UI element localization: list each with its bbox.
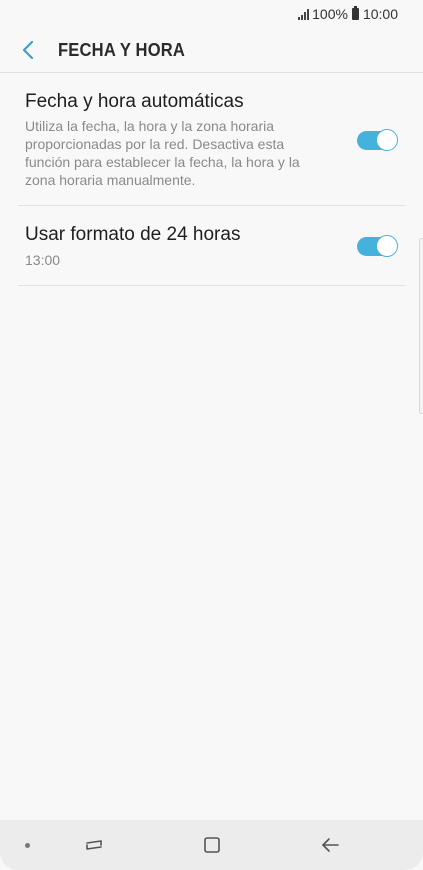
settings-list: Fecha y hora automáticas Utiliza la fech… bbox=[18, 74, 405, 286]
status-bar: 100% 10:00 bbox=[0, 0, 423, 28]
page-title: FECHA Y HORA bbox=[58, 39, 186, 60]
auto-date-time-toggle[interactable] bbox=[357, 128, 398, 151]
navigation-bar bbox=[0, 820, 423, 870]
back-button[interactable] bbox=[2, 28, 54, 73]
edge-panel-handle[interactable] bbox=[419, 238, 423, 414]
setting-title: Fecha y hora automáticas bbox=[25, 91, 244, 112]
back-nav-button[interactable] bbox=[316, 832, 344, 858]
header: FECHA Y HORA bbox=[0, 28, 423, 73]
recent-apps-icon bbox=[86, 840, 102, 850]
back-arrow-icon bbox=[322, 838, 339, 852]
setting-24-hour-format[interactable]: Usar formato de 24 horas 13:00 bbox=[18, 206, 405, 286]
setting-text: Fecha y hora automáticas Utiliza la fech… bbox=[25, 90, 405, 189]
clock: 10:00 bbox=[362, 6, 398, 22]
keyboard-dot-icon[interactable] bbox=[25, 843, 30, 848]
setting-description: Utiliza la fecha, la hora y la zona hora… bbox=[25, 118, 300, 188]
setting-example-time: 13:00 bbox=[25, 251, 61, 268]
recent-apps-button[interactable] bbox=[80, 832, 108, 858]
battery-percent: 100% bbox=[312, 6, 348, 22]
screen: 100% 10:00 FECHA Y HORA Fecha y hora aut… bbox=[0, 0, 423, 870]
chevron-left-icon bbox=[22, 40, 34, 60]
battery-icon bbox=[351, 6, 359, 20]
toggle-knob bbox=[376, 234, 398, 257]
setting-text: Usar formato de 24 horas 13:00 bbox=[25, 223, 405, 269]
setting-title: Usar formato de 24 horas bbox=[25, 223, 241, 245]
toggle-knob bbox=[376, 128, 398, 151]
signal-icon bbox=[298, 8, 310, 20]
home-icon bbox=[204, 837, 220, 853]
24-hour-format-toggle[interactable] bbox=[357, 234, 398, 257]
setting-auto-date-time[interactable]: Fecha y hora automáticas Utiliza la fech… bbox=[18, 74, 405, 206]
home-button[interactable] bbox=[198, 832, 226, 858]
